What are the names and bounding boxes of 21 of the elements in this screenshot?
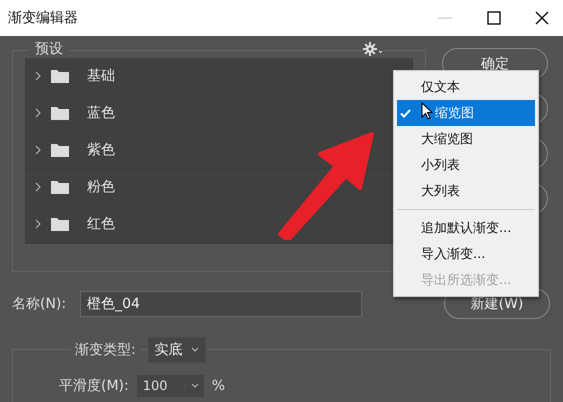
chevron-down-icon <box>190 347 199 353</box>
folder-icon <box>51 106 69 120</box>
menu-item[interactable]: 导入渐变... <box>397 241 535 267</box>
smoothness-label: 平滑度(M): <box>59 377 129 395</box>
presets-label: 预设 <box>29 40 69 58</box>
folder-icon <box>51 217 69 231</box>
menu-item[interactable]: 缩览图 <box>397 100 535 126</box>
close-icon[interactable] <box>535 11 549 25</box>
name-field[interactable]: 橙色_04 <box>80 290 362 316</box>
gradient-type-label: 渐变类型: <box>71 341 140 359</box>
settings-icon[interactable] <box>363 42 383 56</box>
smoothness-field[interactable]: 100 <box>136 375 204 397</box>
folder-icon <box>51 180 69 194</box>
percent-unit: % <box>212 378 226 394</box>
maximize-icon[interactable] <box>487 11 501 25</box>
chevron-down-icon[interactable] <box>190 383 199 389</box>
folder-icon <box>51 143 69 157</box>
window-title: 渐变编辑器 <box>8 9 78 27</box>
gradient-type-dropdown[interactable]: 实底 <box>148 337 206 363</box>
folder-icon <box>51 69 69 83</box>
name-label: 名称(N): <box>12 294 66 312</box>
